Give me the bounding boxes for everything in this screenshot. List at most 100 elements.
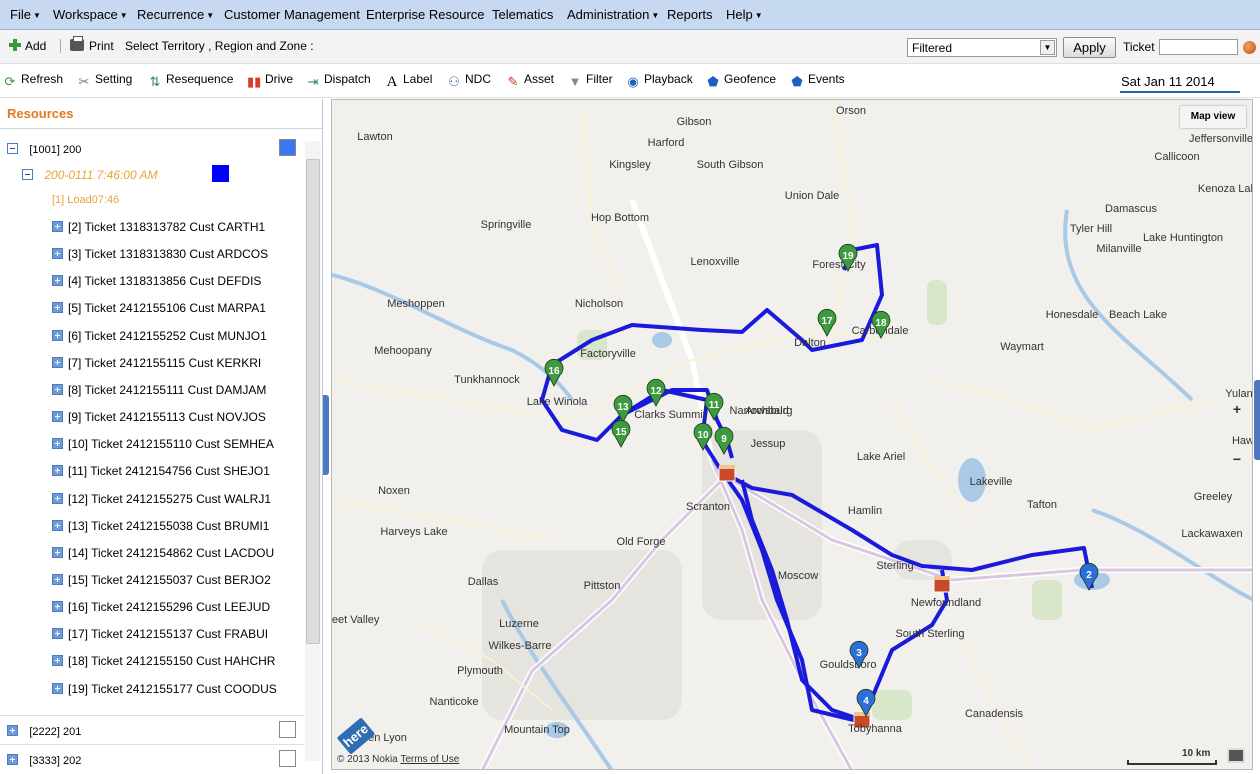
resource-group[interactable]: [2222] 201: [7, 724, 81, 738]
collapse-icon[interactable]: [7, 143, 18, 154]
add-button[interactable]: Add: [9, 39, 46, 53]
expand-icon[interactable]: [52, 438, 63, 450]
terms-link[interactable]: Terms of Use: [400, 754, 459, 765]
filter-select[interactable]: Filtered ▼: [907, 38, 1057, 57]
printer-icon: [70, 36, 84, 51]
expand-icon[interactable]: [52, 573, 63, 585]
label-button[interactable]: A Label: [385, 72, 433, 90]
panel-collapse-handle[interactable]: [1254, 380, 1260, 460]
load-row[interactable]: [1] Load07:46: [52, 194, 119, 206]
fullscreen-icon[interactable]: [1227, 748, 1245, 763]
expand-icon[interactable]: [52, 628, 63, 640]
stop-marker: 11: [704, 392, 724, 421]
date-field[interactable]: Sat Jan 11 2014: [1120, 73, 1240, 93]
route-color-swatch[interactable]: [279, 139, 296, 156]
expand-icon[interactable]: [52, 275, 63, 287]
scrollbar-thumb[interactable]: [306, 159, 320, 644]
panel-collapse-handle[interactable]: [323, 395, 329, 475]
expand-icon[interactable]: [52, 302, 63, 314]
expand-icon[interactable]: [52, 546, 63, 558]
map-canvas[interactable]: LawtonGibsonOrsonHankinsHarfordKingsleyS…: [331, 99, 1253, 770]
menu-reports[interactable]: Reports: [667, 7, 713, 22]
menu-enterprise-resource[interactable]: Enterprise Resource: [366, 7, 485, 22]
ticket-row[interactable]: [19] Ticket 2412155177 Cust COODUS: [52, 682, 277, 696]
ticket-row[interactable]: [14] Ticket 2412154862 Cust LACDOU: [52, 546, 274, 560]
resource-group[interactable]: [3333] 202: [7, 753, 81, 767]
ticket-row[interactable]: [11] Ticket 2412154756 Cust SHEJO1: [52, 464, 270, 478]
ticket-row[interactable]: [3] Ticket 1318313830 Cust ARDCOS: [52, 247, 268, 261]
apply-button[interactable]: Apply: [1063, 37, 1116, 58]
tools-icon: ✂: [78, 74, 90, 89]
globe-icon[interactable]: [1243, 41, 1256, 54]
ticket-row[interactable]: [2] Ticket 1318313782 Cust CARTH1: [52, 220, 265, 234]
ticket-row[interactable]: [6] Ticket 2412155252 Cust MUNJO1: [52, 329, 267, 343]
setting-button[interactable]: ✂ Setting: [77, 72, 133, 89]
ticket-row[interactable]: [10] Ticket 2412155110 Cust SEMHEA: [52, 437, 274, 451]
chevron-down-icon[interactable]: ▼: [1040, 40, 1055, 55]
expand-icon[interactable]: [52, 682, 63, 694]
print-button[interactable]: Print: [70, 36, 114, 53]
stop-label: 15: [615, 427, 627, 438]
expand-icon[interactable]: [52, 655, 63, 667]
ticket-row[interactable]: [4] Ticket 1318313856 Cust DEFDIS: [52, 274, 261, 288]
route-color-swatch[interactable]: [279, 721, 296, 738]
label-icon: A: [386, 74, 398, 90]
town-label: Mountain Top: [504, 724, 570, 736]
ticket-row[interactable]: [5] Ticket 2412155106 Cust MARPA1: [52, 301, 266, 315]
expand-icon[interactable]: [52, 465, 63, 477]
expand-icon[interactable]: [52, 356, 63, 368]
menu-telematics[interactable]: Telematics: [492, 7, 553, 22]
route-row[interactable]: 200-0111 7:46:00 AM: [22, 168, 158, 182]
depot-icon: [718, 465, 736, 482]
expand-icon[interactable]: [7, 725, 18, 736]
route-color-swatch[interactable]: [279, 750, 296, 767]
expand-icon[interactable]: [52, 519, 63, 531]
ticket-row[interactable]: [17] Ticket 2412155137 Cust FRABUI: [52, 627, 268, 641]
ticket-row[interactable]: [16] Ticket 2412155296 Cust LEEJUD: [52, 600, 270, 614]
stop-label: 9: [721, 434, 727, 445]
menu-help[interactable]: Help ▼: [726, 7, 763, 22]
ticket-row[interactable]: [12] Ticket 2412155275 Cust WALRJ1: [52, 492, 271, 506]
resequence-button[interactable]: ⇅ Resequence: [148, 72, 234, 89]
ticket-row[interactable]: [15] Ticket 2412155037 Cust BERJO2: [52, 573, 271, 587]
ticket-row[interactable]: [8] Ticket 2412155111 Cust DAMJAM: [52, 383, 266, 397]
filter-icon: ▼: [568, 74, 582, 89]
refresh-button[interactable]: ⟳ Refresh: [3, 72, 63, 89]
park: [1032, 580, 1062, 620]
chevron-down-icon: ▼: [754, 11, 763, 21]
drive-button[interactable]: ▮▮ Drive: [247, 72, 293, 89]
expand-icon[interactable]: [52, 383, 63, 395]
ndc-button[interactable]: ⚇ NDC: [447, 72, 491, 89]
zoom-out-button[interactable]: −: [1228, 450, 1246, 468]
dispatch-button[interactable]: ⇥ Dispatch: [306, 72, 371, 89]
geofence-button[interactable]: ⬟ Geofence: [706, 72, 776, 89]
road: [931, 379, 1213, 432]
route-color-swatch[interactable]: [212, 165, 229, 182]
expand-icon[interactable]: [52, 601, 63, 613]
ticket-row[interactable]: [9] Ticket 2412155113 Cust NOVJOS: [52, 410, 266, 424]
expand-icon[interactable]: [52, 492, 63, 504]
menu-recurrence[interactable]: Recurrence ▼: [137, 7, 214, 22]
menu-administration[interactable]: Administration ▼: [567, 7, 659, 22]
menu-customer-management[interactable]: Customer Management: [224, 7, 360, 22]
expand-icon[interactable]: [52, 329, 63, 341]
resource-group[interactable]: [1001] 200: [7, 142, 81, 156]
menu-file[interactable]: File ▼: [10, 7, 41, 22]
playback-button[interactable]: ◉ Playback: [626, 72, 692, 89]
asset-button[interactable]: ✎ Asset: [506, 72, 554, 89]
expand-icon[interactable]: [7, 754, 18, 765]
ticket-row[interactable]: [7] Ticket 2412155115 Cust KERKRI: [52, 356, 261, 370]
map-view-button[interactable]: Map view: [1180, 106, 1246, 128]
filter-button[interactable]: ▼ Filter: [568, 72, 613, 89]
expand-icon[interactable]: [52, 248, 63, 260]
ticket-row[interactable]: [13] Ticket 2412155038 Cust BRUMI1: [52, 519, 269, 533]
collapse-icon[interactable]: [22, 169, 33, 180]
expand-icon[interactable]: [52, 221, 63, 232]
stop-label: 10: [697, 430, 709, 441]
ticket-input[interactable]: [1159, 39, 1238, 55]
menu-workspace[interactable]: Workspace ▼: [53, 7, 128, 22]
zoom-in-button[interactable]: +: [1228, 400, 1246, 418]
ticket-row[interactable]: [18] Ticket 2412155150 Cust HAHCHR: [52, 654, 275, 668]
events-button[interactable]: ⬟ Events: [790, 72, 844, 89]
expand-icon[interactable]: [52, 411, 63, 423]
